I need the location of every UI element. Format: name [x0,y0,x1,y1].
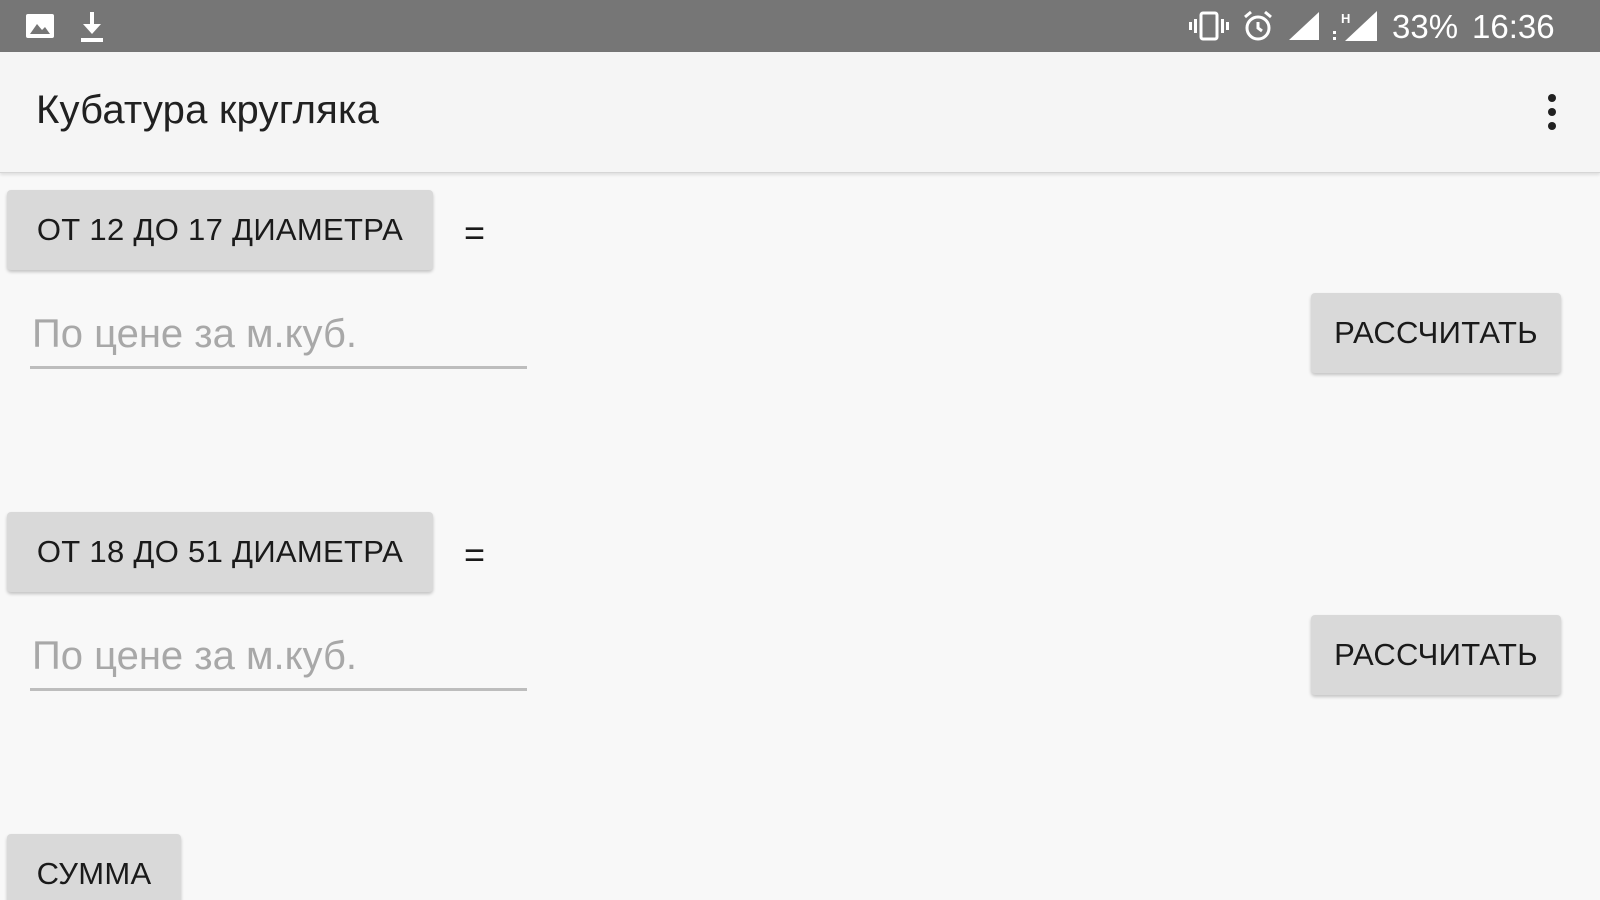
price-field-2[interactable] [30,628,529,691]
status-bar: H 33% 16:36 [0,0,1600,52]
equals-sign: = [464,212,486,253]
calculate-button-2[interactable]: РАССЧИТАТЬ [1311,615,1561,695]
equals-sign: = [464,534,486,575]
sum-button[interactable]: СУММА [7,834,181,900]
more-vert-icon[interactable] [1530,86,1574,138]
alarm-icon [1240,0,1276,52]
calculate-button-1[interactable]: РАССЧИТАТЬ [1311,293,1561,373]
page-title: Кубатура кругляка [36,88,380,132]
price-input-2[interactable] [30,628,529,684]
vibrate-icon [1188,0,1230,52]
image-icon [22,0,58,52]
price-field-1[interactable] [30,306,529,369]
signal-h-icon: H [1330,0,1380,52]
app-bar: Кубатура кругляка [0,52,1600,173]
battery-level: 33% [1392,8,1459,45]
clock: 16:36 [1472,8,1555,45]
range-18-51-button[interactable]: ОТ 18 ДО 51 ДИАМЕТРА [7,512,433,592]
range-12-17-button[interactable]: ОТ 12 ДО 17 ДИАМЕТРА [7,190,433,270]
svg-text:H: H [1341,11,1350,26]
signal-icon [1286,0,1322,52]
download-icon [74,0,110,52]
price-input-1[interactable] [30,306,529,362]
app-screen: H 33% 16:36 Кубатура кругляка ОТ 12 ДО 1… [0,0,1600,900]
menu-dot [1548,94,1556,102]
menu-dot [1548,122,1556,130]
menu-dot [1548,108,1556,116]
